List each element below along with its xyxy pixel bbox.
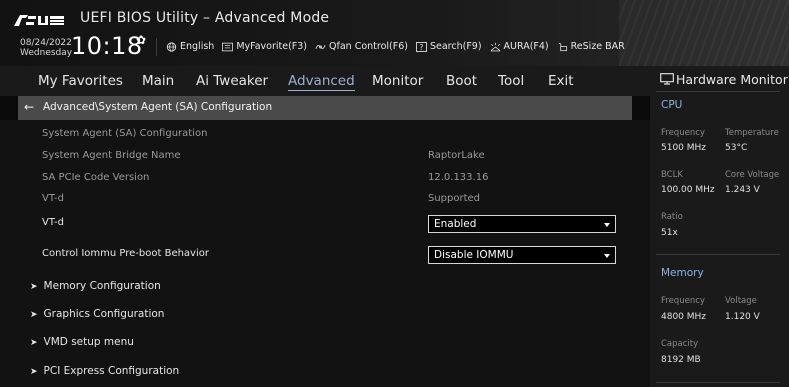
memory-heading: Memory xyxy=(661,267,704,279)
iommu-dropdown[interactable]: Disable IOMMU xyxy=(428,246,616,264)
chevron-right-icon: ➤ xyxy=(30,282,38,292)
chevron-down-icon xyxy=(604,254,610,258)
aura-icon xyxy=(490,42,500,51)
tab-my-favorites[interactable]: My Favorites xyxy=(38,73,123,89)
date-display: 08/24/2022 Wednesday xyxy=(20,38,72,58)
ratio-label: Ratio xyxy=(661,212,683,222)
tab-tool[interactable]: Tool xyxy=(498,73,524,89)
submenu-pci-express-configuration[interactable]: ➤ PCI Express Configuration xyxy=(30,365,179,377)
cpu-heading: CPU xyxy=(661,99,683,111)
cpu-frequency-label: Frequency xyxy=(661,128,705,138)
back-arrow-icon[interactable]: ← xyxy=(24,100,34,114)
main-tabs: My Favorites Main Ai Tweaker Advanced Mo… xyxy=(0,66,650,96)
info-label-vt-d: VT-d xyxy=(42,193,64,204)
setting-label-vt-d: VT-d xyxy=(42,217,64,228)
submenu-label: Graphics Configuration xyxy=(43,308,165,320)
iommu-dropdown-value: Disable IOMMU xyxy=(434,249,514,261)
cpu-temperature-label: Temperature xyxy=(725,128,779,138)
info-value-vt-d: Supported xyxy=(428,193,481,204)
breadcrumb-path: Advanced\System Agent (SA) Configuration xyxy=(43,101,273,113)
tab-monitor[interactable]: Monitor xyxy=(372,73,423,89)
tab-boot[interactable]: Boot xyxy=(446,73,477,89)
chevron-right-icon: ➤ xyxy=(30,367,38,377)
app-title: UEFI BIOS Utility – Advanced Mode xyxy=(80,10,330,26)
resize-bar-button[interactable]: ReSize BAR xyxy=(557,41,625,52)
memory-capacity-label: Capacity xyxy=(661,339,699,349)
divider xyxy=(156,38,157,56)
tab-advanced[interactable]: Advanced xyxy=(288,73,355,91)
info-value-pcie-code-version: 12.0.133.16 xyxy=(428,172,489,183)
cpu-temperature-value: 53°C xyxy=(725,143,748,153)
weekday: Wednesday xyxy=(20,48,73,58)
submenu-label: PCI Express Configuration xyxy=(43,365,180,377)
core-voltage-value: 1.243 V xyxy=(725,185,760,195)
setting-label-iommu: Control Iommu Pre-boot Behavior xyxy=(42,248,209,259)
submenu-memory-configuration[interactable]: ➤ Memory Configuration xyxy=(30,280,161,292)
submenu-label: VMD setup menu xyxy=(43,336,134,348)
aura-label: AURA(F4) xyxy=(503,41,549,52)
info-label-bridge-name: System Agent Bridge Name xyxy=(42,150,181,161)
memory-capacity-value: 8192 MB xyxy=(661,355,701,365)
clock: 10:18 xyxy=(71,32,143,60)
globe-icon xyxy=(166,41,177,52)
search-icon: ? xyxy=(416,41,427,52)
vt-d-dropdown[interactable]: Enabled xyxy=(428,215,616,233)
ratio-value: 51x xyxy=(661,228,678,238)
bclk-value: 100.00 MHz xyxy=(661,185,715,195)
search-button[interactable]: ? Search(F9) xyxy=(416,41,482,52)
memory-voltage-label: Voltage xyxy=(725,296,757,306)
hardware-monitor-title: Hardware Monitor xyxy=(660,72,788,87)
section-heading: System Agent (SA) Configuration xyxy=(42,128,208,139)
tab-ai-tweaker[interactable]: Ai Tweaker xyxy=(196,73,268,89)
submenu-graphics-configuration[interactable]: ➤ Graphics Configuration xyxy=(30,308,164,320)
resize-bar-label: ReSize BAR xyxy=(570,41,625,52)
info-value-bridge-name: RaptorLake xyxy=(428,150,485,161)
memory-frequency-value: 4800 MHz xyxy=(661,312,707,322)
date: 08/24/2022 xyxy=(20,38,72,48)
info-label-pcie-code-version: SA PCIe Code Version xyxy=(42,172,150,183)
chevron-right-icon: ➤ xyxy=(30,310,38,320)
top-menu: English MyFavorite(F3) Qfan Control(F6) … xyxy=(166,41,625,52)
submenu-label: Memory Configuration xyxy=(43,280,161,292)
tab-main[interactable]: Main xyxy=(142,73,174,89)
memory-frequency-label: Frequency xyxy=(661,296,705,306)
myfavorite-button[interactable]: MyFavorite(F3) xyxy=(222,41,307,52)
resize-bar-icon xyxy=(558,42,567,51)
settings-panel: System Agent (SA) Configuration System A… xyxy=(0,120,650,387)
divider xyxy=(656,254,780,255)
submenu-vmd-setup[interactable]: ➤ VMD setup menu xyxy=(30,336,134,348)
clock-settings-icon[interactable]: ✿ xyxy=(136,33,146,47)
fan-icon xyxy=(315,44,326,49)
breadcrumb[interactable]: ← Advanced\System Agent (SA) Configurati… xyxy=(18,96,632,120)
hardware-monitor-label: Hardware Monitor xyxy=(676,72,788,87)
core-voltage-label: Core Voltage xyxy=(725,170,780,180)
qfan-control-button[interactable]: Qfan Control(F6) xyxy=(315,41,408,52)
qfan-control-label: Qfan Control(F6) xyxy=(329,41,408,52)
hardware-monitor-panel: Hardware Monitor CPU Frequency 5100 MHz … xyxy=(650,66,789,387)
monitor-icon xyxy=(660,73,674,85)
svg-text:?: ? xyxy=(419,43,423,52)
chevron-right-icon: ➤ xyxy=(30,338,38,348)
aura-button[interactable]: AURA(F4) xyxy=(490,41,549,52)
asus-logo xyxy=(14,15,64,26)
favorite-icon xyxy=(222,42,234,51)
search-label: Search(F9) xyxy=(429,41,482,52)
vt-d-dropdown-value: Enabled xyxy=(434,218,477,230)
chevron-down-icon xyxy=(604,223,610,227)
divider xyxy=(656,91,780,92)
title-bar: UEFI BIOS Utility – Advanced Mode 08/24/… xyxy=(0,0,789,66)
language-button[interactable]: English xyxy=(166,41,214,52)
memory-voltage-value: 1.120 V xyxy=(725,312,760,322)
myfavorite-label: MyFavorite(F3) xyxy=(236,41,308,52)
tab-exit[interactable]: Exit xyxy=(548,73,574,89)
language-label: English xyxy=(180,41,215,52)
bclk-label: BCLK xyxy=(661,170,683,180)
divider xyxy=(656,382,780,383)
cpu-frequency-value: 5100 MHz xyxy=(661,143,707,153)
